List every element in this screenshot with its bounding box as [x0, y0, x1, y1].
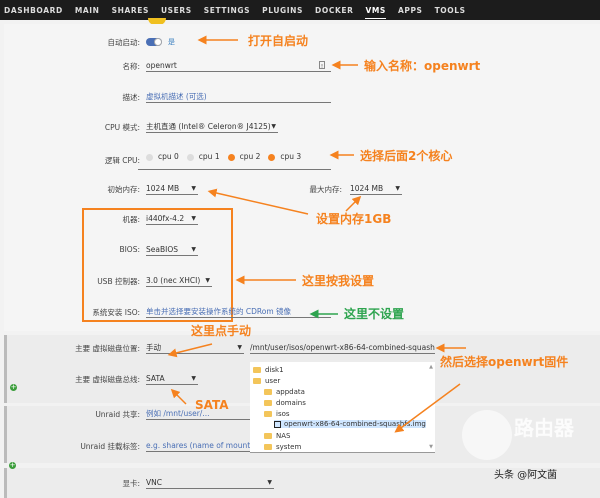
watermark-credit: 头条 @阿文菌	[494, 470, 558, 481]
watermark-text: 路由器	[514, 416, 574, 440]
annotation-arrows	[167, 35, 466, 433]
watermark-logo	[462, 410, 512, 460]
